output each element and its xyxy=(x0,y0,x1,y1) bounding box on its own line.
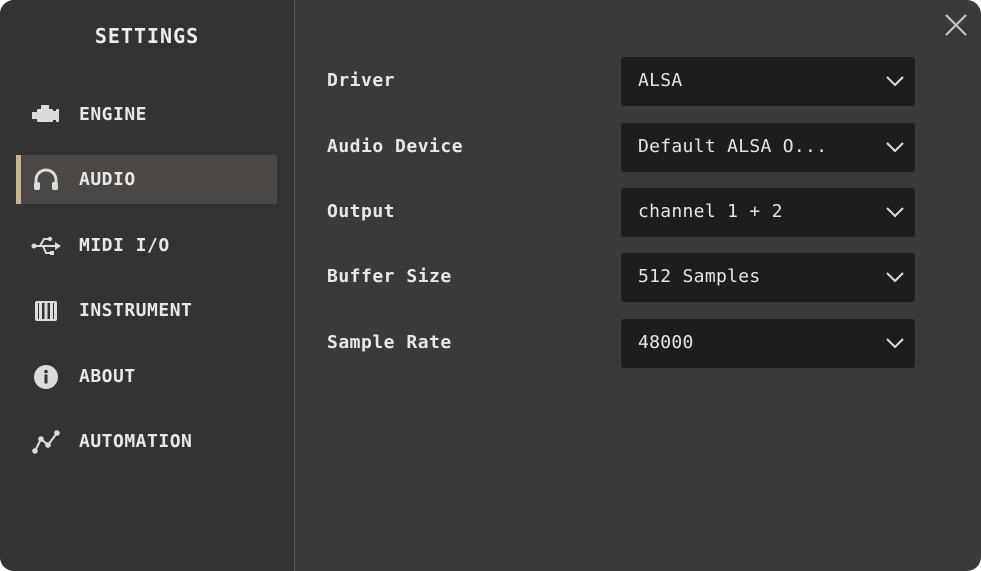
select-value: ALSA xyxy=(638,70,683,91)
sidebar-item-label: AUDIO xyxy=(79,169,136,190)
audio-device-label: Audio Device xyxy=(327,136,464,157)
sidebar-item-about[interactable]: ABOUT xyxy=(16,352,277,401)
chevron-down-icon xyxy=(886,338,904,349)
piano-icon xyxy=(30,298,62,324)
driver-select[interactable]: ALSA xyxy=(621,57,915,106)
output-select[interactable]: channel 1 + 2 xyxy=(621,188,915,237)
sidebar-item-instrument[interactable]: INSTRUMENT xyxy=(16,286,277,335)
usb-icon xyxy=(30,233,62,259)
output-label: Output xyxy=(327,201,396,222)
sample-rate-select[interactable]: 48000 xyxy=(621,319,915,368)
buffer-size-select[interactable]: 512 Samples xyxy=(621,253,915,302)
close-icon xyxy=(945,14,967,36)
close-button[interactable] xyxy=(941,10,971,40)
sample-rate-label: Sample Rate xyxy=(327,332,452,353)
settings-window: SETTINGS ENGINE AUDIO MIDI I/O INSTRUMEN… xyxy=(0,0,981,571)
select-value: Default ALSA O... xyxy=(638,136,828,157)
sidebar-item-engine[interactable]: ENGINE xyxy=(16,90,277,139)
buffer-size-label: Buffer Size xyxy=(327,266,452,287)
engine-icon xyxy=(30,102,62,128)
select-value: 512 Samples xyxy=(638,266,761,287)
sidebar-item-label: AUTOMATION xyxy=(79,431,193,452)
select-value: channel 1 + 2 xyxy=(638,201,783,222)
chevron-down-icon xyxy=(886,207,904,218)
sidebar-item-label: ENGINE xyxy=(79,104,148,125)
driver-label: Driver xyxy=(327,70,396,91)
headphones-icon xyxy=(30,167,62,193)
sidebar-item-midi-io[interactable]: MIDI I/O xyxy=(16,221,277,270)
sidebar-item-automation[interactable]: AUTOMATION xyxy=(16,417,277,466)
sidebar-item-audio[interactable]: AUDIO xyxy=(16,155,277,204)
select-value: 48000 xyxy=(638,332,694,353)
sidebar-item-label: INSTRUMENT xyxy=(79,300,193,321)
sidebar: SETTINGS ENGINE AUDIO MIDI I/O INSTRUMEN… xyxy=(0,0,295,571)
info-icon xyxy=(30,364,62,390)
automation-curve-icon xyxy=(30,429,62,455)
audio-device-select[interactable]: Default ALSA O... xyxy=(621,123,915,172)
chevron-down-icon xyxy=(886,142,904,153)
chevron-down-icon xyxy=(886,76,904,87)
sidebar-item-label: ABOUT xyxy=(79,366,136,387)
chevron-down-icon xyxy=(886,272,904,283)
sidebar-title: SETTINGS xyxy=(94,24,200,48)
sidebar-item-label: MIDI I/O xyxy=(79,235,170,256)
